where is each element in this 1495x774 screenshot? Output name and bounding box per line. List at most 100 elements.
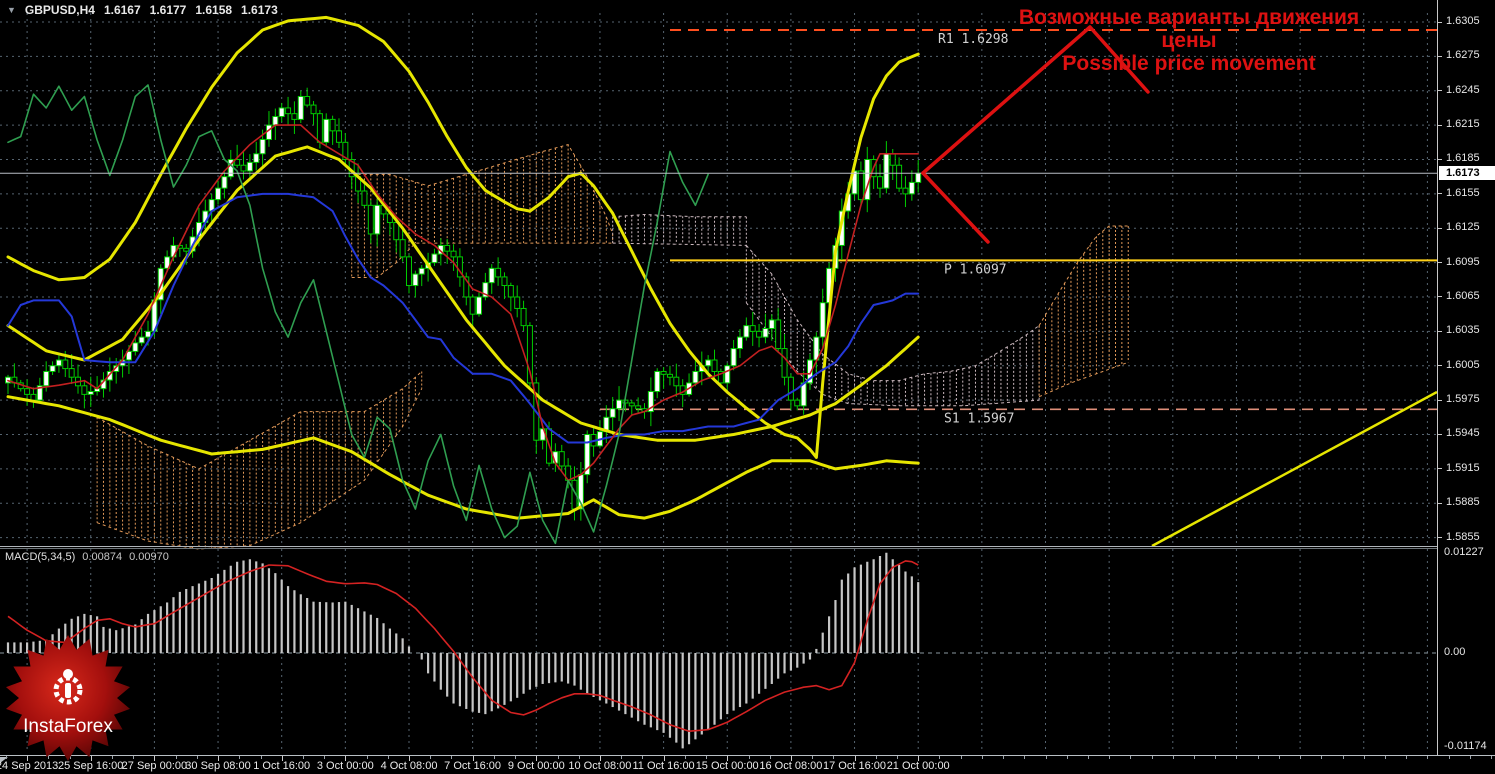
time-tick-minor xyxy=(981,756,983,759)
chart-title: ▼ GBPUSD,H4 1.6167 1.6177 1.6158 1.6173 xyxy=(7,3,278,17)
price-tick xyxy=(1438,124,1442,126)
price-axis-label: 1.6245 xyxy=(1446,83,1480,96)
time-axis-label: 30 Sep 08:00 xyxy=(185,760,251,772)
time-tick-minor xyxy=(1172,756,1174,759)
price-tick xyxy=(1438,537,1442,539)
time-tick-minor xyxy=(1087,756,1089,759)
time-axis-label: 7 Oct 16:00 xyxy=(444,760,502,772)
time-tick-minor xyxy=(1236,756,1238,759)
price-tick xyxy=(1438,227,1442,229)
price-axis-label: 1.6095 xyxy=(1446,255,1480,268)
time-tick-minor xyxy=(1300,756,1302,759)
instaforex-logo: InstaForex xyxy=(6,635,130,761)
macd-signal-value: 0.00970 xyxy=(129,551,169,563)
price-axis-label: 1.5855 xyxy=(1446,530,1480,543)
price-tick xyxy=(1438,502,1442,504)
price-tick xyxy=(1438,193,1442,195)
pivot-r1-label: R1 1.6298 xyxy=(938,32,1008,47)
bollinger-middle xyxy=(6,145,920,442)
macd-histogram xyxy=(6,552,920,749)
price-axis-label: 1.6215 xyxy=(1446,118,1480,131)
price-axis-label: 1.6305 xyxy=(1446,15,1480,27)
price-scenario-arrows[interactable] xyxy=(921,25,1150,244)
time-tick-minor xyxy=(1342,756,1344,759)
time-tick-minor xyxy=(833,756,835,759)
quote-high: 1.6177 xyxy=(149,3,187,17)
price-tick xyxy=(1438,433,1442,435)
kijun-sen xyxy=(7,192,920,444)
time-tick-minor xyxy=(1003,756,1005,759)
time-tick-minor xyxy=(175,756,177,759)
chart-window: R1 1.6298 P 1.6097 S1 1.5967 ▼ GBPUSD,H4 1… xyxy=(0,0,1495,774)
time-tick-minor xyxy=(1278,756,1280,759)
quote-low: 1.6158 xyxy=(195,3,233,17)
price-axis-label: 1.6035 xyxy=(1446,324,1480,337)
macd-scale-bottom: -0.01174 xyxy=(1444,740,1487,752)
time-tick-minor xyxy=(1406,756,1408,759)
time-tick-minor xyxy=(642,756,644,759)
time-axis-label: 1 Oct 16:00 xyxy=(253,760,311,772)
time-tick-minor xyxy=(1130,756,1132,759)
time-tick-minor xyxy=(366,756,368,759)
price-axis-label: 1.5945 xyxy=(1446,427,1480,440)
macd-name: MACD(5,34,5) xyxy=(5,551,76,563)
time-tick-minor xyxy=(875,756,877,759)
price-tick xyxy=(1438,296,1442,298)
time-tick-minor xyxy=(748,756,750,759)
pivot-lines xyxy=(600,29,1437,411)
time-tick-minor xyxy=(515,756,517,759)
pivot-p-label: P 1.6097 xyxy=(944,262,1007,277)
time-tick-minor xyxy=(1321,756,1323,759)
price-tick xyxy=(1438,365,1442,367)
price-tick xyxy=(1438,468,1442,470)
price-tick xyxy=(1438,21,1442,23)
ichimoku-clouds xyxy=(96,144,1129,550)
time-tick-minor xyxy=(1045,756,1047,759)
price-tick xyxy=(1438,262,1442,264)
time-tick-minor xyxy=(1469,756,1471,759)
price-axis-label: 1.5975 xyxy=(1446,393,1480,406)
price-axis[interactable]: 1.6173 0.01227 0.00 -0.01174 1.6305 1.627… xyxy=(1437,0,1495,755)
time-tick-minor xyxy=(239,756,241,759)
tenkan-sen xyxy=(7,124,920,482)
bollinger-lower xyxy=(6,395,920,520)
time-axis-label: 17 Oct 16:00 xyxy=(823,760,886,772)
time-tick-minor xyxy=(430,756,432,759)
price-axis-label: 1.6155 xyxy=(1446,186,1480,199)
time-axis[interactable]: 24 Sep 2013 25 Sep 16:00 27 Sep 00:00 30 Se… xyxy=(0,755,1495,774)
price-axis-label: 1.6005 xyxy=(1446,358,1480,371)
time-tick-minor xyxy=(1194,756,1195,759)
price-axis-label: 1.6275 xyxy=(1446,49,1480,62)
price-axis-label: 1.6125 xyxy=(1446,221,1480,234)
time-tick-minor xyxy=(451,756,453,759)
quote-open: 1.6167 xyxy=(103,3,141,17)
macd-scale-zero: 0.00 xyxy=(1444,646,1466,658)
time-axis-label: 10 Oct 08:00 xyxy=(568,760,632,772)
price-tick xyxy=(1438,55,1442,57)
price-chart-canvas[interactable]: R1 1.6298 P 1.6097 S1 1.5967 xyxy=(0,0,1437,755)
price-tick xyxy=(1438,158,1442,160)
macd-scale-top: 0.01227 xyxy=(1444,546,1484,558)
time-axis-label: 21 Oct 00:00 xyxy=(886,760,950,772)
time-tick-minor xyxy=(1491,756,1492,759)
time-tick-minor xyxy=(706,756,707,759)
pivot-s1-label: S1 1.5967 xyxy=(944,411,1014,426)
time-tick-minor xyxy=(1109,756,1111,759)
time-axis-label: 3 Oct 00:00 xyxy=(316,760,374,772)
time-tick-minor xyxy=(324,756,326,759)
logo-brand-text: InstaForex xyxy=(23,716,113,737)
time-tick-minor xyxy=(1024,756,1026,759)
time-tick-minor xyxy=(196,756,198,759)
price-tick xyxy=(1438,330,1442,332)
oscillator-line xyxy=(7,84,709,545)
time-axis-label: 16 Oct 08:00 xyxy=(759,760,823,772)
price-axis-label: 1.6065 xyxy=(1446,289,1480,302)
time-tick-minor xyxy=(1448,756,1450,759)
symbol-dropdown-icon[interactable]: ▼ xyxy=(7,5,16,15)
time-tick-minor xyxy=(1151,756,1153,759)
price-axis-label: 1.5885 xyxy=(1446,496,1480,509)
quote-close: 1.6173 xyxy=(241,3,278,17)
time-tick-minor xyxy=(1215,756,1217,759)
time-tick-minor xyxy=(578,756,580,759)
time-tick-minor xyxy=(1427,756,1429,759)
